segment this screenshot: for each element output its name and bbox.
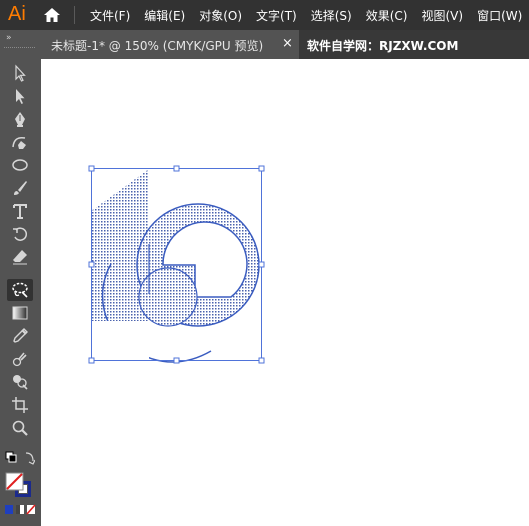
- zoom-tool[interactable]: [7, 417, 33, 439]
- blend-icon: [12, 352, 27, 367]
- shape-builder-icon: [13, 375, 28, 390]
- magnifier-icon: [12, 420, 28, 436]
- home-icon: [44, 8, 60, 22]
- menu-file[interactable]: 文件(F): [90, 7, 130, 24]
- lasso-tool[interactable]: [7, 279, 33, 301]
- artwork-cut: [89, 321, 149, 359]
- document-tab-title: 未标题-1* @ 150% (CMYK/GPU 预览): [51, 39, 264, 53]
- menu-object[interactable]: 对象(O): [199, 7, 242, 24]
- pen-tool[interactable]: [7, 108, 33, 130]
- rotate-icon: [13, 227, 28, 241]
- menu-window[interactable]: 窗口(W): [477, 7, 522, 24]
- direct-selection-tool[interactable]: [7, 85, 33, 107]
- menu-items: 文件(F) 编辑(E) 对象(O) 文字(T) 选择(S) 效果(C) 视图(V…: [90, 0, 529, 30]
- ellipse-icon: [12, 159, 28, 171]
- type-tool[interactable]: [7, 200, 33, 222]
- fill-stroke-defaults[interactable]: [3, 448, 35, 470]
- paintbrush-tool[interactable]: [7, 177, 33, 199]
- document-tab-bar: 未标题-1* @ 150% (CMYK/GPU 预览) × 软件自学网：RJZX…: [41, 30, 529, 59]
- eyedropper-tool[interactable]: [7, 325, 33, 347]
- menu-type[interactable]: 文字(T): [256, 7, 297, 24]
- menu-effect[interactable]: 效果(C): [366, 7, 408, 24]
- type-t-icon: [13, 204, 27, 219]
- menu-view[interactable]: 视图(V): [421, 7, 463, 24]
- direct-selection-arrow-icon: [16, 89, 25, 104]
- artwork-logo[interactable]: [41, 59, 529, 526]
- tools-panel: »: [0, 30, 41, 526]
- color-mode-buttons[interactable]: [4, 504, 38, 516]
- paintbrush-icon: [14, 181, 27, 195]
- close-tab-button[interactable]: ×: [282, 36, 293, 51]
- artwork-inner-circle: [138, 267, 198, 327]
- gradient-tool[interactable]: [7, 302, 33, 324]
- gradient-icon: [12, 306, 28, 320]
- panel-grip[interactable]: [4, 47, 35, 50]
- app-logo: Ai: [8, 3, 26, 25]
- curvature-pen-icon: [12, 136, 26, 149]
- menu-bar: Ai 文件(F) 编辑(E) 对象(O) 文字(T) 选择(S) 效果(C) 视…: [0, 0, 529, 30]
- pen-icon: [15, 112, 25, 127]
- color-mode-icon: [5, 504, 36, 515]
- collapse-panel-button[interactable]: »: [6, 33, 11, 43]
- fill-stroke-icon: [5, 472, 31, 497]
- artboard-tool[interactable]: [7, 394, 33, 416]
- selection-tool[interactable]: [7, 62, 33, 84]
- default-swap-icon: [5, 451, 35, 465]
- menu-select[interactable]: 选择(S): [311, 7, 352, 24]
- shape-builder-tool[interactable]: [7, 371, 33, 393]
- selection-arrow-icon: [15, 64, 26, 82]
- lasso-icon: [12, 282, 28, 298]
- home-button[interactable]: [42, 5, 62, 25]
- site-watermark: 软件自学网：RJZXW.COM: [307, 39, 459, 53]
- curvature-tool[interactable]: [7, 131, 33, 153]
- blend-tool[interactable]: [7, 348, 33, 370]
- artboard-icon: [12, 397, 28, 413]
- document-tab[interactable]: 未标题-1* @ 150% (CMYK/GPU 预览) ×: [41, 30, 299, 59]
- fill-stroke-swatches[interactable]: [3, 470, 37, 500]
- rotate-tool[interactable]: [7, 223, 33, 245]
- canvas[interactable]: [41, 59, 529, 526]
- eyedropper-icon: [13, 328, 28, 343]
- ellipse-tool[interactable]: [7, 154, 33, 176]
- eraser-icon: [13, 250, 27, 265]
- eraser-tool[interactable]: [7, 246, 33, 268]
- menu-divider: [74, 6, 75, 24]
- menu-edit[interactable]: 编辑(E): [144, 7, 185, 24]
